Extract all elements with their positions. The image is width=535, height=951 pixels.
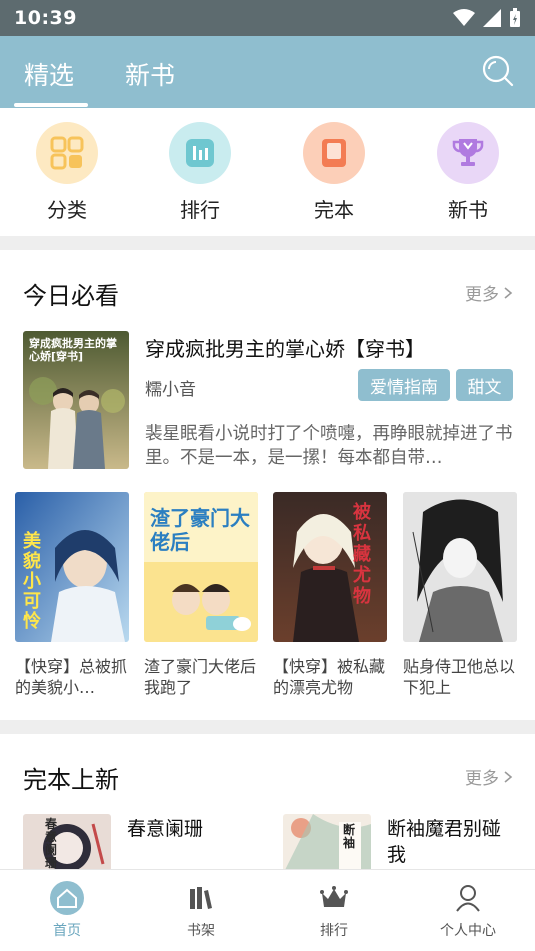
complete-book-title[interactable]: 春意阑珊 <box>127 816 257 842</box>
status-time: 10:39 <box>14 7 77 29</box>
quick-links: 分类 排行 完本 新书 <box>0 108 535 236</box>
book-icon <box>303 122 365 184</box>
book-card[interactable]: 美貌小可怜 【快穿】总被抓的美貌小… <box>15 492 129 698</box>
nav-home[interactable]: 首页 <box>12 880 122 940</box>
home-icon <box>47 880 87 916</box>
status-icons <box>453 8 521 28</box>
book-cover <box>403 492 517 642</box>
featured-book-author: 糯小音 <box>145 380 196 400</box>
featured-tag[interactable]: 爱情指南 <box>358 369 450 401</box>
signal-icon <box>483 9 501 27</box>
featured-book-title[interactable]: 穿成疯批男主的掌心娇【穿书】 <box>145 333 425 362</box>
section-title-today: 今日必看 <box>23 282 119 310</box>
book-cover: 被私藏尤物 <box>273 492 387 642</box>
quick-link-label: 新书 <box>448 198 488 222</box>
book-title: 渣了豪门大佬后我跑了 <box>144 657 257 697</box>
nav-label: 书架 <box>187 923 215 939</box>
book-card[interactable]: 被私藏尤物 【快穿】被私藏的漂亮尤物 <box>273 492 387 698</box>
search-icon[interactable] <box>481 54 515 88</box>
crown-icon <box>314 880 354 916</box>
featured-cover-title: 穿成疯批男主的掌心娇[穿书] <box>29 337 117 363</box>
battery-icon <box>510 8 520 27</box>
book-title: 贴身侍卫他总以下犯上 <box>403 657 516 697</box>
trophy-icon <box>437 122 499 184</box>
section-divider <box>0 236 535 250</box>
quick-link-label: 完本 <box>314 198 354 222</box>
book-card[interactable]: 渣了豪门大佬后 渣了豪门大佬后我跑了 <box>144 492 258 698</box>
complete-book-cover[interactable]: 春意阑珊 <box>23 814 111 870</box>
nav-bookshelf[interactable]: 书架 <box>146 880 256 940</box>
complete-book-cover-title: 断袖 <box>343 823 356 850</box>
featured-tag[interactable]: 甜文 <box>456 369 513 401</box>
more-link-today[interactable]: 更多 <box>465 280 513 305</box>
person-icon <box>448 880 488 916</box>
bottom-navigation: 首页 书架 排行 个人中心 <box>0 869 535 951</box>
more-label: 更多 <box>465 285 499 305</box>
featured-book-description: 裴星眠看小说时打了个喷嚏，再睁眼就掉进了书里。不是一本，是一摞！每本都自带… <box>145 424 513 468</box>
quick-link-category[interactable]: 分类 <box>27 122 107 223</box>
book-cover: 渣了豪门大佬后 <box>144 492 258 642</box>
book-title: 【快穿】总被抓的美貌小… <box>15 657 128 697</box>
section-title-complete: 完本上新 <box>23 766 119 794</box>
book-card[interactable]: 贴身侍卫他总以下犯上 <box>403 492 517 698</box>
quick-link-ranking[interactable]: 排行 <box>160 122 240 223</box>
section-divider <box>0 720 535 734</box>
chevron-right-icon <box>504 286 513 299</box>
book-cover-title: 美貌小可怜 <box>23 531 41 632</box>
book-cover-title: 渣了豪门大佬后 <box>150 506 250 554</box>
tab-new-books[interactable]: 新书 <box>125 56 175 92</box>
quick-link-new[interactable]: 新书 <box>428 122 508 223</box>
more-label: 更多 <box>465 769 499 789</box>
top-tab-bar: 精选 新书 <box>0 36 535 108</box>
book-cover-title: 被私藏尤物 <box>353 502 371 607</box>
complete-book-title[interactable]: 断袖魔君别碰我 <box>387 816 517 868</box>
book-title: 【快穿】被私藏的漂亮尤物 <box>273 657 386 697</box>
nav-label: 个人中心 <box>440 923 496 939</box>
wifi-icon <box>453 9 475 26</box>
ranking-icon <box>169 122 231 184</box>
chevron-right-icon <box>504 770 513 783</box>
nav-label: 排行 <box>320 923 348 939</box>
book-cover: 美貌小可怜 <box>15 492 129 642</box>
category-icon <box>36 122 98 184</box>
complete-book-cover[interactable]: 断袖 <box>283 814 371 870</box>
nav-profile[interactable]: 个人中心 <box>413 880 523 940</box>
tab-featured[interactable]: 精选 <box>24 56 74 92</box>
nav-label: 首页 <box>53 923 81 939</box>
quick-link-label: 排行 <box>180 198 220 222</box>
more-link-complete[interactable]: 更多 <box>465 764 513 789</box>
bookshelf-icon <box>181 880 221 916</box>
featured-book-cover[interactable]: 穿成疯批男主的掌心娇[穿书] <box>23 331 129 469</box>
quick-link-label: 分类 <box>47 198 87 222</box>
status-bar: 10:39 <box>0 0 535 36</box>
quick-link-complete[interactable]: 完本 <box>294 122 374 223</box>
nav-ranking[interactable]: 排行 <box>279 880 389 940</box>
active-tab-indicator <box>14 103 88 107</box>
complete-book-cover-title: 春意阑珊 <box>45 817 58 870</box>
